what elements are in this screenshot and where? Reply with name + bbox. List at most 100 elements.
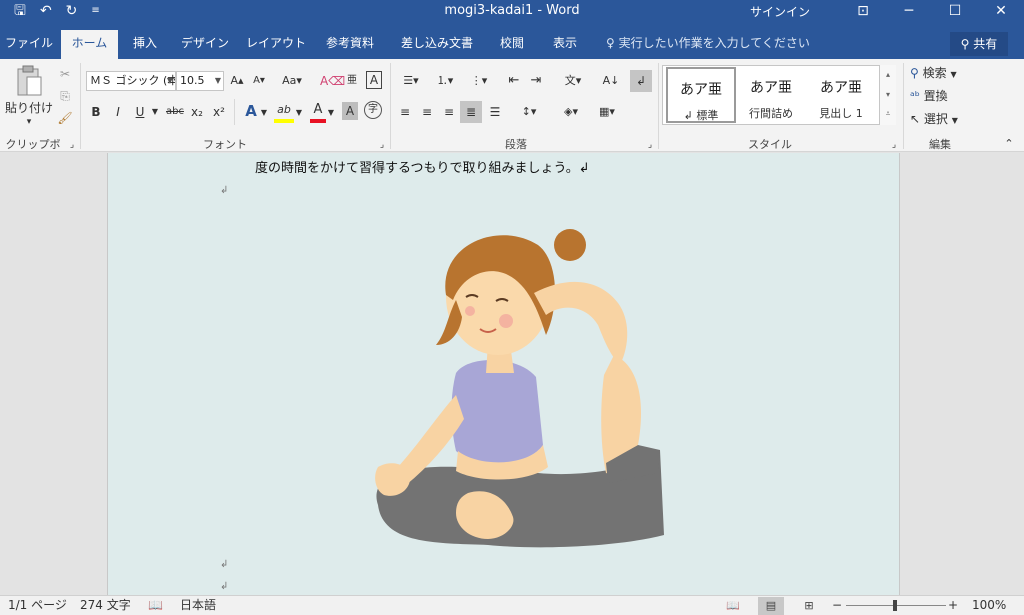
word-count[interactable]: 274 文字: [80, 596, 131, 615]
zoom-slider-thumb[interactable]: [893, 600, 897, 611]
text-effects-icon[interactable]: A: [242, 102, 260, 120]
document-area[interactable]: 度の時間をかけて習得するつもりで取り組みましょう。↲ ↲ ↲ ↲: [0, 153, 1024, 595]
minimize-icon[interactable]: ─: [886, 0, 932, 22]
divider: [903, 63, 904, 149]
tab-layout[interactable]: レイアウト: [244, 30, 308, 59]
language-indicator[interactable]: 日本語: [180, 596, 216, 615]
phonetic-guide-icon[interactable]: 亜: [344, 72, 360, 90]
font-size-combo[interactable]: 10.5 ▼: [176, 71, 224, 91]
justify-icon[interactable]: ≣: [460, 101, 482, 123]
styles-launcher-icon[interactable]: ⌟: [888, 136, 900, 154]
tab-design[interactable]: デザイン: [176, 30, 234, 59]
style-heading-1[interactable]: あア亜 見出し 1: [806, 67, 876, 123]
clear-formatting-icon[interactable]: A⌫: [320, 72, 345, 90]
decrease-indent-icon[interactable]: ⇤: [504, 72, 524, 90]
enclose-characters-icon[interactable]: 字: [364, 101, 382, 119]
ribbon-display-options-icon[interactable]: ⊡: [840, 0, 886, 22]
show-marks-icon[interactable]: ↲: [630, 70, 652, 92]
tab-insert[interactable]: 挿入: [124, 30, 166, 59]
style-sample: あア亜: [820, 80, 862, 96]
signin-link[interactable]: サインイン: [750, 3, 810, 20]
close-icon[interactable]: ✕: [978, 0, 1024, 22]
document-text-line[interactable]: 度の時間をかけて習得するつもりで取り組みましょう。↲: [255, 157, 590, 176]
tell-me-box[interactable]: ♀ 実行したい作業を入力してください: [606, 30, 810, 57]
underline-button[interactable]: U: [132, 103, 148, 121]
styles-scrollbar[interactable]: ▴ ▾ ⩡: [879, 65, 896, 125]
text-effects-dropdown-icon[interactable]: ▼: [260, 104, 268, 122]
subscript-button[interactable]: x₂: [188, 103, 206, 121]
borders-icon[interactable]: ▦▾: [592, 103, 622, 121]
style-no-spacing[interactable]: あア亜 行間詰め: [736, 67, 806, 123]
align-right-icon[interactable]: ≡: [440, 103, 458, 121]
change-case-icon[interactable]: Aa▾: [276, 72, 308, 90]
increase-indent-icon[interactable]: ⇥: [526, 72, 546, 90]
find-button[interactable]: ⚲ 検索 ▼: [910, 64, 972, 84]
paragraph-launcher-icon[interactable]: ⌟: [644, 136, 656, 154]
font-name-combo[interactable]: ＭＳ ゴシック (本 ▼: [86, 71, 176, 91]
numbering-icon[interactable]: ⒈▾: [430, 72, 460, 90]
zoom-level[interactable]: 100%: [972, 596, 1006, 615]
scroll-down-icon[interactable]: ▾: [880, 85, 896, 105]
replace-button[interactable]: ᵃᵇ 置換: [910, 87, 972, 105]
font-color-icon[interactable]: A: [310, 101, 326, 123]
redo-icon[interactable]: ↻: [66, 0, 78, 22]
italic-button[interactable]: I: [110, 103, 126, 121]
zoom-in-button[interactable]: +: [948, 596, 958, 615]
zoom-out-button[interactable]: −: [832, 596, 842, 615]
tab-file[interactable]: ファイル: [0, 30, 58, 59]
customize-qat-icon[interactable]: ≡: [91, 0, 99, 22]
shading-icon[interactable]: ◈▾: [556, 103, 586, 121]
font-size-value: 10.5: [180, 74, 205, 87]
highlight-color-icon[interactable]: ab: [274, 101, 294, 123]
clipboard-launcher-icon[interactable]: ⌟: [66, 136, 78, 154]
style-normal[interactable]: あア亜 ↲ 標準: [666, 67, 736, 123]
styles-more-icon[interactable]: ⩡: [880, 105, 896, 123]
align-left-icon[interactable]: ≡: [396, 103, 414, 121]
format-painter-icon[interactable]: 🖌: [56, 109, 74, 127]
tab-mailings[interactable]: 差し込み文書: [394, 30, 480, 59]
tab-references[interactable]: 参考資料: [318, 30, 382, 59]
print-layout-icon[interactable]: ▤: [758, 597, 784, 615]
page-count[interactable]: 1/1 ページ: [8, 596, 67, 615]
highlight-dropdown-icon[interactable]: ▼: [295, 104, 303, 122]
strikethrough-button[interactable]: abc: [164, 103, 186, 121]
document-page[interactable]: 度の時間をかけて習得するつもりで取り組みましょう。↲ ↲ ↲ ↲: [107, 153, 900, 595]
cut-icon[interactable]: ✂: [56, 65, 74, 83]
web-layout-icon[interactable]: ⊞: [796, 597, 822, 615]
bold-button[interactable]: B: [88, 103, 104, 121]
scroll-up-icon[interactable]: ▴: [880, 65, 896, 85]
paste-icon[interactable]: [10, 65, 48, 97]
distributed-icon[interactable]: ☰: [486, 103, 504, 121]
select-button[interactable]: ↖ 選択 ▼: [910, 110, 972, 130]
save-icon[interactable]: 🖫: [14, 0, 26, 22]
tab-review[interactable]: 校閲: [492, 30, 532, 59]
tab-view[interactable]: 表示: [544, 30, 586, 59]
shrink-font-icon[interactable]: A▾: [250, 72, 268, 90]
search-icon: ⚲: [910, 66, 919, 80]
bullets-icon[interactable]: ☰▾: [396, 72, 426, 90]
share-button[interactable]: ⚲ 共有: [950, 32, 1008, 56]
character-border-icon[interactable]: A: [366, 71, 382, 89]
sort-icon[interactable]: A↓: [600, 72, 622, 90]
chevron-down-icon: ▼: [951, 116, 958, 125]
collapse-ribbon-icon[interactable]: ⌃: [1002, 135, 1016, 153]
multilevel-list-icon[interactable]: ⋮▾: [464, 72, 494, 90]
underline-dropdown-icon[interactable]: ▼: [150, 103, 160, 121]
grow-font-icon[interactable]: A▴: [228, 72, 246, 90]
chevron-down-icon: ▼: [214, 76, 221, 85]
line-spacing-icon[interactable]: ↕▾: [514, 103, 544, 121]
font-color-dropdown-icon[interactable]: ▼: [327, 104, 335, 122]
maximize-icon[interactable]: ☐: [932, 0, 978, 22]
paste-dropdown-icon[interactable]: ▾: [22, 113, 36, 131]
asian-layout-icon[interactable]: 文▾: [558, 72, 588, 90]
undo-icon[interactable]: ↶: [40, 0, 52, 22]
tab-home[interactable]: ホーム: [61, 30, 118, 59]
yoga-woman-illustration[interactable]: [338, 205, 674, 555]
align-center-icon[interactable]: ≡: [418, 103, 436, 121]
proofing-icon[interactable]: 📖: [148, 596, 163, 615]
character-shading-icon[interactable]: A: [342, 102, 358, 120]
read-mode-icon[interactable]: 📖: [720, 597, 746, 615]
font-launcher-icon[interactable]: ⌟: [376, 136, 388, 154]
superscript-button[interactable]: x²: [210, 103, 228, 121]
copy-icon[interactable]: ⎘: [56, 87, 74, 105]
